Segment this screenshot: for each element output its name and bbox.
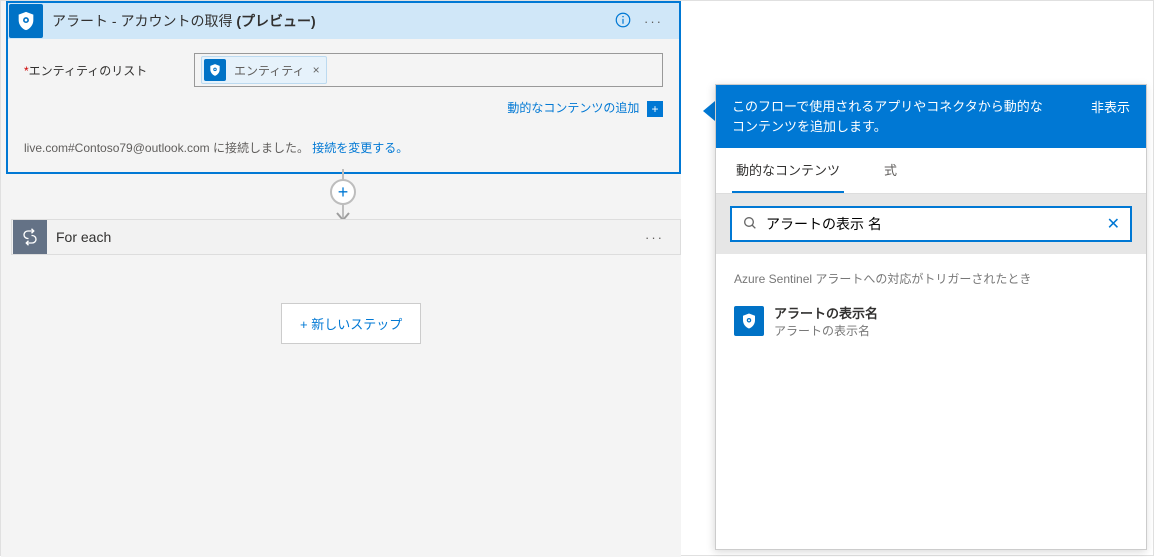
search-icon	[742, 215, 758, 234]
dynamic-content-panel: このフローで使用されるアプリやコネクタから動的なコンテンツを追加します。 非表示…	[715, 84, 1147, 550]
sentinel-icon	[204, 59, 226, 81]
change-connection-link[interactable]: 接続を変更する。	[312, 141, 408, 155]
field-entity-list: *エンティティのリスト エンティティ ×	[24, 53, 663, 87]
foreach-icon	[12, 219, 48, 255]
sentinel-icon	[734, 306, 764, 336]
token-remove-icon[interactable]: ×	[313, 63, 320, 77]
dynamic-content-result[interactable]: アラートの表示名 アラートの表示名	[716, 297, 1146, 351]
tab-dynamic-content[interactable]: 動的なコンテンツ	[732, 148, 844, 193]
panel-header: このフローで使用されるアプリやコネクタから動的なコンテンツを追加します。 非表示	[716, 85, 1146, 148]
card-title: For each	[48, 229, 645, 245]
token-entity[interactable]: エンティティ ×	[201, 56, 327, 84]
card-menu-icon[interactable]: ···	[645, 230, 664, 245]
info-icon[interactable]	[614, 11, 632, 32]
card-title: アラート - アカウントの取得 (プレビュー)	[44, 11, 614, 31]
sentinel-icon	[8, 3, 44, 39]
result-subtitle: アラートの表示名	[774, 322, 878, 339]
entity-list-input[interactable]: エンティティ ×	[194, 53, 663, 87]
action-card-alert-get-account[interactable]: アラート - アカウントの取得 (プレビュー) ··· *エンティティのリスト …	[6, 1, 681, 174]
search-input[interactable]	[758, 216, 1107, 232]
search-input-wrapper: ✕	[730, 206, 1132, 242]
hide-panel-link[interactable]: 非表示	[1083, 97, 1130, 116]
insert-step-button[interactable]: +	[330, 179, 356, 205]
panel-header-text: このフローで使用されるアプリやコネクタから動的なコンテンツを追加します。	[732, 97, 1052, 136]
clear-search-icon[interactable]: ✕	[1107, 214, 1120, 234]
token-label: エンティティ	[232, 62, 307, 79]
add-dynamic-content-link[interactable]: 動的なコンテンツの追加	[507, 101, 639, 115]
card-menu-icon[interactable]: ···	[644, 14, 663, 29]
designer-canvas: アラート - アカウントの取得 (プレビュー) ··· *エンティティのリスト …	[1, 1, 681, 557]
action-card-foreach[interactable]: For each ···	[11, 219, 681, 255]
results-section-title: Azure Sentinel アラートへの対応がトリガーされたとき	[716, 254, 1146, 297]
card-header[interactable]: For each ···	[11, 219, 681, 255]
plus-icon[interactable]: +	[647, 101, 663, 117]
new-step-button[interactable]: + 新しいステップ	[281, 303, 421, 344]
tab-expression[interactable]: 式	[880, 148, 901, 193]
result-title: アラートの表示名	[774, 303, 878, 322]
panel-caret-icon	[703, 101, 715, 121]
panel-tabs: 動的なコンテンツ 式	[716, 148, 1146, 194]
field-label: *エンティティのリスト	[24, 62, 194, 79]
card-header[interactable]: アラート - アカウントの取得 (プレビュー) ···	[8, 3, 679, 39]
connection-info: live.com#Contoso79@outlook.com に接続しました。 …	[8, 123, 679, 172]
